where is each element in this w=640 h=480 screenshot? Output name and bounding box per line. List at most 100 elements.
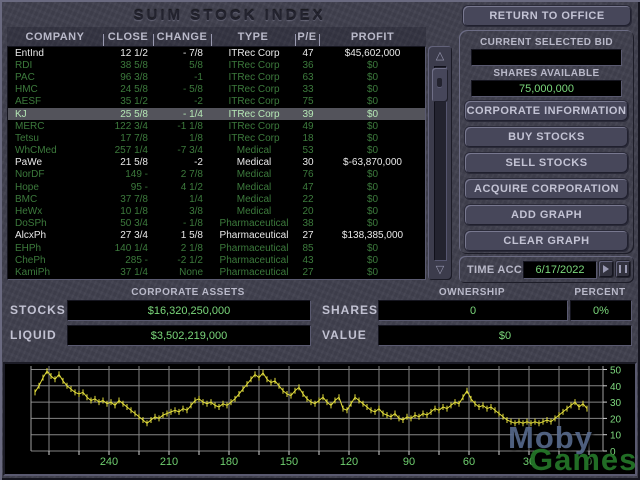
table-row[interactable]: KamiPh37 1/4NonePharmaceutical27$0 <box>8 266 425 278</box>
cell-change: - 1/4 <box>154 109 212 120</box>
cell-change: 1/4 <box>154 194 212 205</box>
cell-profit: $0 <box>320 243 425 254</box>
cell-pe: 36 <box>296 60 320 71</box>
cell-type: Medical <box>212 206 296 217</box>
cell-type: Pharmaceutical <box>212 255 296 266</box>
table-row[interactable]: Hope95 -4 1/2Medical47$0 <box>8 181 425 193</box>
table-row[interactable]: AESF35 1/2-2ITRec Corp75$0 <box>8 96 425 108</box>
table-row[interactable]: PAC96 3/8-1ITRec Corp63$0 <box>8 71 425 83</box>
column-header-company: COMPANY <box>7 31 103 43</box>
cell-pe: 53 <box>296 145 320 156</box>
play-icon <box>603 265 609 273</box>
stock-history-chart: 240210180150120906030001020304050 Moby G… <box>3 362 637 476</box>
cell-change: 2 1/8 <box>154 243 212 254</box>
table-row[interactable]: ChePh285 --2 1/2Pharmaceutical43$0 <box>8 254 425 266</box>
table-row[interactable]: AlcxPh27 3/41 5/8Pharmaceutical27$138,38… <box>8 230 425 242</box>
svg-text:60: 60 <box>463 456 475 468</box>
cell-type: ITRec Corp <box>212 133 296 144</box>
cell-change: None <box>154 267 212 278</box>
table-row[interactable]: BMC37 7/81/4Medical22$0 <box>8 193 425 205</box>
table-row[interactable]: MERC122 3/4-1 1/8ITRec Corp49$0 <box>8 120 425 132</box>
svg-text:0: 0 <box>586 456 592 468</box>
svg-text:150: 150 <box>280 456 298 468</box>
stock-market-screen: SUIM STOCK INDEX COMPANY CLOSE CHANGE TY… <box>0 0 640 480</box>
table-row[interactable]: PaWe21 5/8-2Medical30$-63,870,000 <box>8 157 425 169</box>
time-pause-button[interactable] <box>616 261 630 277</box>
cell-close: 27 3/4 <box>104 230 154 241</box>
buy-stocks-button[interactable]: BUY STOCKS <box>465 127 628 147</box>
table-row[interactable]: EHPh140 1/42 1/8Pharmaceutical85$0 <box>8 242 425 254</box>
cell-profit: $0 <box>320 182 425 193</box>
shares-available-field: 75,000,000 <box>471 80 622 97</box>
corporate-assets-header: CORPORATE ASSETS <box>67 287 309 298</box>
table-row[interactable]: DoSPh50 3/4- 1/8Pharmaceutical38$0 <box>8 218 425 230</box>
sell-stocks-button[interactable]: SELL STOCKS <box>465 153 628 173</box>
table-header: COMPANY CLOSE CHANGE TYPE P/E PROFIT <box>7 27 426 46</box>
cell-company: Hope <box>8 182 104 193</box>
table-row[interactable]: NorDF149 -2 7/8Medical76$0 <box>8 169 425 181</box>
cell-type: Pharmaceutical <box>212 218 296 229</box>
scroll-down-button[interactable]: ▽ <box>431 262 449 278</box>
cell-close: 37 1/4 <box>104 267 154 278</box>
cell-change: 1/8 <box>154 133 212 144</box>
cell-company: EHPh <box>8 243 104 254</box>
cell-type: ITRec Corp <box>212 60 296 71</box>
cell-change: 5/8 <box>154 60 212 71</box>
cell-change: -2 1/2 <box>154 255 212 266</box>
scroll-up-button[interactable]: △ <box>431 48 449 64</box>
cell-close: 285 - <box>104 255 154 266</box>
svg-text:30: 30 <box>610 398 622 409</box>
liquid-value-field: $3,502,219,000 <box>67 325 311 346</box>
table-row[interactable]: KJ25 5/8- 1/4ITRec Corp39$0 <box>8 108 425 120</box>
table-row[interactable]: EntInd12 1/2- 7/8ITRec Corp47$45,602,000 <box>8 47 425 59</box>
triangle-down-icon: ▽ <box>436 265 444 276</box>
cell-close: 38 5/8 <box>104 60 154 71</box>
cell-type: Pharmaceutical <box>212 230 296 241</box>
cell-change: -1 1/8 <box>154 121 212 132</box>
cell-type: Medical <box>212 194 296 205</box>
scrollbar-thumb[interactable] <box>432 68 448 102</box>
svg-text:10: 10 <box>610 431 622 442</box>
cell-close: 122 3/4 <box>104 121 154 132</box>
cell-change: - 7/8 <box>154 48 212 59</box>
add-graph-button[interactable]: ADD GRAPH <box>465 205 628 225</box>
return-to-office-button[interactable]: RETURN TO OFFICE <box>463 6 631 26</box>
svg-text:20: 20 <box>610 414 622 425</box>
table-row[interactable]: HeWx10 1/83/8Medical20$0 <box>8 205 425 217</box>
shares-available-label: SHARES AVAILABLE <box>459 68 634 79</box>
cell-type: ITRec Corp <box>212 84 296 95</box>
cell-pe: 18 <box>296 133 320 144</box>
cell-company: PAC <box>8 72 104 83</box>
table-row[interactable]: HMC24 5/8- 5/8ITRec Corp33$0 <box>8 84 425 96</box>
date-field: 6/17/2022 <box>523 261 597 279</box>
triangle-up-icon: △ <box>436 51 444 62</box>
table-scrollbar[interactable]: △ ▽ <box>428 46 452 280</box>
liquid-value: $3,502,219,000 <box>151 330 227 342</box>
svg-text:120: 120 <box>340 456 358 468</box>
cell-type: ITRec Corp <box>212 72 296 83</box>
time-play-button[interactable] <box>599 261 613 277</box>
cell-profit: $0 <box>320 145 425 156</box>
cell-profit: $0 <box>320 121 425 132</box>
corporate-information-button[interactable]: CORPORATE INFORMATION <box>465 101 628 121</box>
date-value: 6/17/2022 <box>536 264 585 276</box>
cell-type: Pharmaceutical <box>212 243 296 254</box>
clear-graph-button[interactable]: CLEAR GRAPH <box>465 231 628 251</box>
cell-profit: $45,602,000 <box>320 48 425 59</box>
cell-profit: $0 <box>320 218 425 229</box>
table-row[interactable]: RDI38 5/85/8ITRec Corp36$0 <box>8 59 425 71</box>
ownership-header: OWNERSHIP <box>378 287 566 298</box>
cell-close: 96 3/8 <box>104 72 154 83</box>
column-header-type: TYPE <box>211 31 295 43</box>
cell-company: AlcxPh <box>8 230 104 241</box>
column-header-profit: PROFIT <box>319 31 426 43</box>
table-row[interactable]: Tetsu17 7/81/8ITRec Corp18$0 <box>8 132 425 144</box>
cell-close: 50 3/4 <box>104 218 154 229</box>
table-row[interactable]: WhCMed257 1/4-7 3/4Medical53$0 <box>8 145 425 157</box>
cell-pe: 49 <box>296 121 320 132</box>
column-header-close: CLOSE <box>103 31 153 43</box>
acquire-corporation-button[interactable]: ACQUIRE CORPORATION <box>465 179 628 199</box>
cell-company: WhCMed <box>8 145 104 156</box>
column-header-change: CHANGE <box>153 31 211 43</box>
svg-text:0: 0 <box>610 447 616 458</box>
